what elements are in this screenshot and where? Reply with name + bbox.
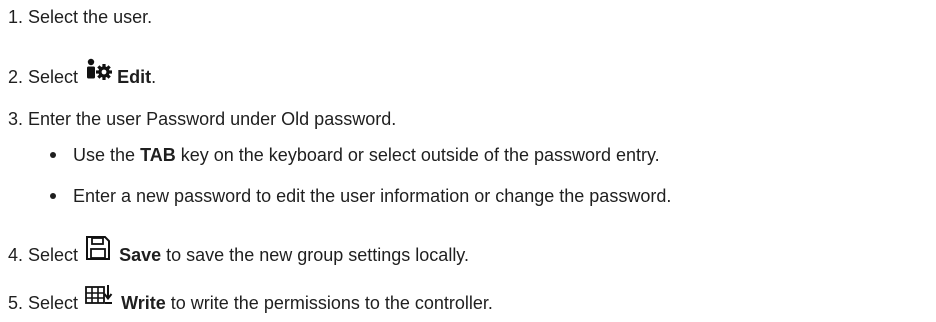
step-1: 1. Select the user. — [8, 6, 152, 28]
step-number: 3. — [8, 109, 24, 129]
step-prefix: Select — [28, 293, 79, 313]
bullet-dot — [50, 152, 56, 158]
step-3-bullet-1: Use the TAB key on the keyboard or selec… — [73, 144, 660, 166]
step-number: 5. — [8, 293, 24, 313]
bullet-text: Enter a new password to edit the user in… — [73, 186, 672, 206]
step-prefix: Select — [28, 67, 79, 87]
user-gear-icon — [85, 58, 113, 84]
step-prefix: Select — [28, 245, 79, 265]
step-3: 3. Enter the user Password under Old pas… — [8, 108, 396, 130]
step-4: 4. Select Save to save the new group set… — [8, 236, 469, 268]
step-suffix: to write the permissions to the controll… — [170, 293, 493, 313]
write-label: Write — [121, 293, 166, 313]
tab-key-label: TAB — [140, 145, 176, 165]
step-suffix: . — [151, 67, 157, 87]
write-download-icon — [85, 284, 113, 306]
step-number: 4. — [8, 245, 24, 265]
step-number: 1. — [8, 7, 24, 27]
step-3-bullet-2: Enter a new password to edit the user in… — [73, 185, 671, 207]
step-5: 5. Select Write to write the permissions… — [8, 285, 493, 314]
step-suffix: to save the new group settings locally. — [166, 245, 469, 265]
save-label: Save — [119, 245, 162, 265]
step-2: 2. Select Edit. — [8, 58, 157, 90]
step-text: Enter the user Password under Old passwo… — [28, 109, 397, 129]
bullet-prefix: Use the — [73, 145, 136, 165]
step-text: Select the user. — [28, 7, 153, 27]
edit-label: Edit — [117, 67, 152, 87]
floppy-disk-icon — [85, 235, 111, 261]
bullet-suffix: key on the keyboard or select outside of… — [180, 145, 660, 165]
step-number: 2. — [8, 67, 24, 87]
bullet-dot — [50, 193, 56, 199]
